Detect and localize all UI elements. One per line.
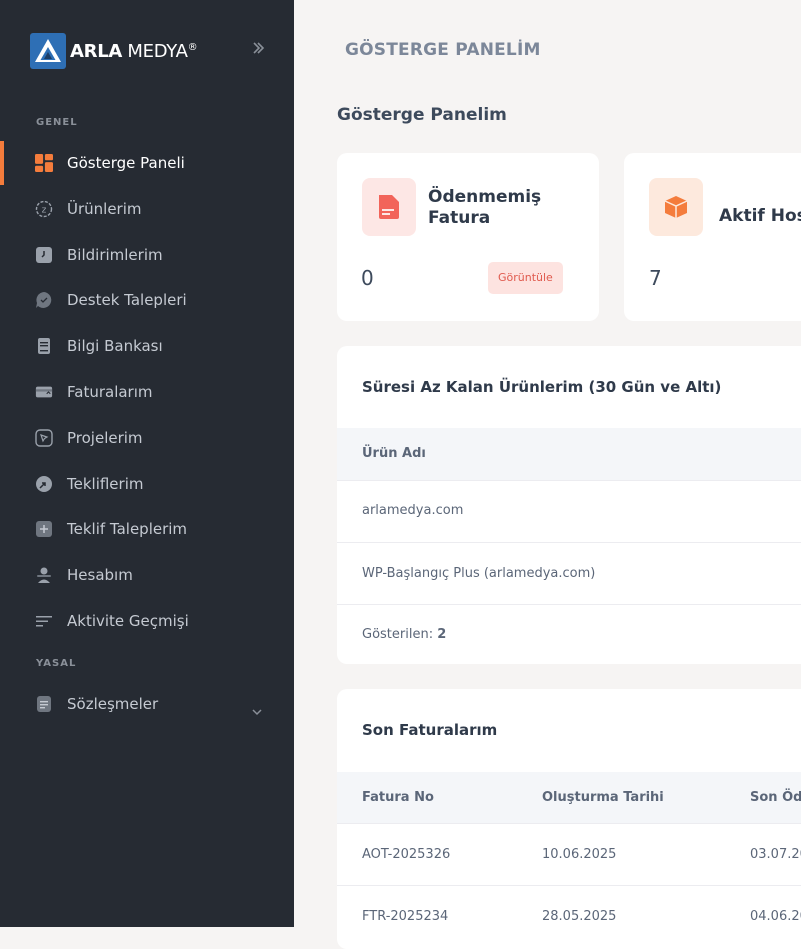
sidebar-item-label: Sözleşmeler [67,695,159,713]
stat-title: Aktif Host [719,206,801,226]
breadcrumb: GÖSTERGE PANELİM [345,40,541,60]
sidebar-item-label: Gösterge Paneli [67,154,185,172]
sidebar-item-label: Faturalarım [67,383,153,401]
sidebar-item-label: Destek Talepleri [67,291,187,309]
sidebar-item-label: Ürünlerim [67,200,142,218]
page-title: Gösterge Panelim [337,105,507,125]
sidebar-item-invoices[interactable]: Faturalarım [0,373,294,411]
sidebar-item-support[interactable]: Destek Talepleri [0,281,294,319]
sidebar-item-notifications[interactable]: Bildirimlerim [0,236,294,274]
invoice-icon [35,383,53,401]
divider [337,480,801,481]
activity-icon [35,612,53,630]
brand-logo[interactable]: ARLA MEDYA® [30,33,198,69]
brand-name: ARLA MEDYA® [70,40,198,62]
table-row[interactable]: WP-Başlangıç Plus (arlamedya.com) [362,566,595,581]
divider [337,823,801,824]
stat-card-active-host: Aktif Host 7 [624,153,801,321]
table-row[interactable]: arlamedya.com [362,503,463,518]
main-content: GÖSTERGE PANELİM Gösterge Panelim Ödenme… [294,0,801,949]
divider [337,885,801,886]
sidebar-item-label: Hesabım [67,566,133,584]
column-header-invoice-no: Fatura No [362,790,434,805]
stat-value: 7 [649,266,662,290]
svg-text:z: z [42,206,47,216]
sidebar-collapse-icon[interactable] [252,40,266,59]
table-header: Ürün Adı [337,428,801,480]
section-label-general: GENEL [36,117,78,128]
sidebar-item-account[interactable]: Hesabım [0,556,294,594]
stat-value: 0 [361,266,374,290]
shown-count: Gösterilen: 2 [362,627,447,642]
view-button[interactable]: Görüntüle [488,262,563,294]
support-icon [35,291,53,309]
dashboard-icon [35,154,53,172]
section-label-legal: YASAL [36,658,77,669]
column-header-product: Ürün Adı [362,446,426,461]
user-icon [35,566,53,584]
box-icon [649,178,703,236]
sidebar: ARLA MEDYA® GENEL Gösterge Paneli z Ürün… [0,0,294,927]
book-icon [35,337,53,355]
sidebar-item-dashboard[interactable]: Gösterge Paneli [0,144,294,182]
divider [337,542,801,543]
sidebar-item-products[interactable]: z Ürünlerim [0,190,294,228]
sidebar-item-contracts[interactable]: Sözleşmeler [0,685,294,723]
sidebar-item-label: Bilgi Bankası [67,337,163,355]
sidebar-item-offers[interactable]: Tekliflerim [0,465,294,503]
recent-invoices-card: Son Faturalarım Fatura No Oluşturma Tari… [337,689,801,949]
invoice-number[interactable]: FTR-2025234 [362,909,448,924]
table-header: Fatura No Oluşturma Tarihi Son Öd [337,772,801,824]
column-header-due-date: Son Öd [750,790,801,805]
plus-icon [35,520,53,538]
section-title: Son Faturalarım [362,721,498,739]
divider [337,604,801,605]
due-date: 03.07.20 [750,847,801,862]
products-icon: z [35,200,53,218]
sidebar-item-projects[interactable]: Projelerim [0,419,294,457]
projects-icon [35,429,53,447]
due-date: 04.06.20 [750,909,801,924]
offers-icon [35,475,53,493]
stat-card-unpaid: Ödenmemiş Fatura 0 Görüntüle [337,153,599,321]
sidebar-item-label: Aktivite Geçmişi [67,612,189,630]
notifications-icon [35,246,53,264]
document-icon [35,695,53,713]
column-header-created-date: Oluşturma Tarihi [542,790,664,805]
sidebar-item-label: Bildirimlerim [67,246,163,264]
sidebar-item-label: Teklif Taleplerim [67,520,188,538]
invoice-file-icon [362,178,416,236]
invoice-number[interactable]: AOT-2025326 [362,847,450,862]
sidebar-item-label: Projelerim [67,429,143,447]
sidebar-item-knowledge-base[interactable]: Bilgi Bankası [0,327,294,365]
sidebar-item-activity[interactable]: Aktivite Geçmişi [0,602,294,640]
created-date: 10.06.2025 [542,847,617,862]
sidebar-item-offer-requests[interactable]: Teklif Taleplerim [0,510,294,548]
stat-title: Ödenmemiş Fatura [428,187,542,228]
section-title: Süresi Az Kalan Ürünlerim (30 Gün ve Alt… [362,378,722,396]
expiring-products-card: Süresi Az Kalan Ürünlerim (30 Gün ve Alt… [337,346,801,664]
chevron-down-icon[interactable] [252,706,262,720]
created-date: 28.05.2025 [542,909,617,924]
logo-mark-icon [30,33,66,69]
sidebar-item-label: Tekliflerim [67,475,144,493]
